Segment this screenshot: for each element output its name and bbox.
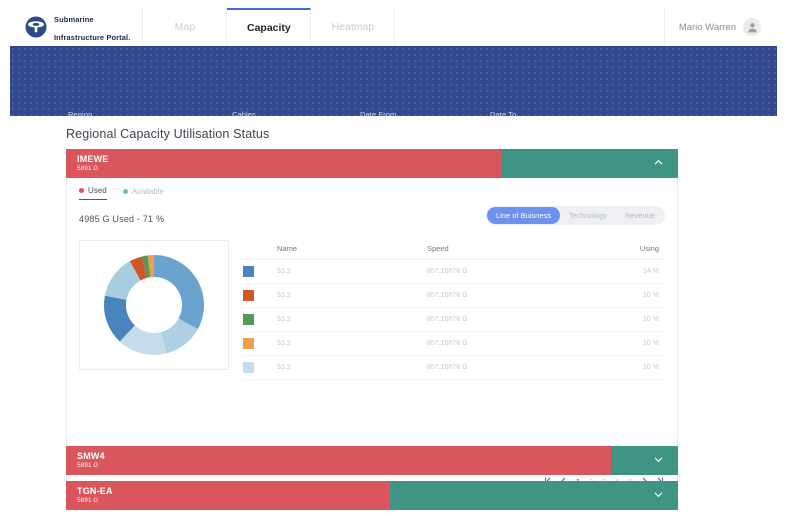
brand-logo-area[interactable]: Submarine Infrastructure Portal.	[10, 8, 144, 46]
segment-line-of-business[interactable]: Line of Buisness	[486, 207, 561, 224]
legend-tab-available[interactable]: Available	[122, 187, 165, 200]
table-row[interactable]: 53.2 857.15678 G 10 %	[241, 307, 665, 332]
row-using: 10 %	[575, 307, 665, 332]
row-color-swatch	[243, 314, 254, 325]
chevron-up-icon[interactable]	[653, 155, 664, 173]
row-name: 53.2	[275, 259, 425, 284]
used-capacity-bar	[66, 149, 501, 178]
capacity-panel-tgn-ea: TGN-EA 5891 G	[66, 481, 678, 510]
row-name: 53.2	[275, 307, 425, 332]
nav-tab-map[interactable]: Map	[143, 8, 228, 46]
row-speed: 857.15678 G	[425, 355, 575, 380]
segment-technology[interactable]: Technology	[560, 207, 616, 224]
used-capacity-bar	[66, 481, 391, 510]
row-color-swatch	[243, 362, 254, 373]
row-using: 10 %	[575, 331, 665, 356]
capacity-breakdown-table: Name Speed Using 53.2 857.15678 G 14 % 53.2…	[241, 240, 665, 380]
row-color-swatch-cell	[241, 307, 275, 332]
table-row[interactable]: 53.2 857.15678 G 10 %	[241, 283, 665, 308]
available-capacity-bar	[500, 149, 678, 178]
submarine-cable-logo-icon	[24, 15, 48, 39]
nav-tab-heatmap[interactable]: Heatmap	[311, 8, 396, 46]
row-color-swatch	[243, 290, 254, 301]
chevron-down-icon[interactable]	[653, 487, 664, 505]
row-color-swatch	[243, 338, 254, 349]
nav-tab-heatmap-label: Heatmap	[331, 21, 375, 33]
panel-title-group: IMEWE 5891 G	[66, 154, 109, 173]
row-using: 14 %	[575, 259, 665, 284]
panel-title-group: TGN-EA 5891 G	[66, 486, 113, 505]
table-body: 53.2 857.15678 G 14 % 53.2 857.15678 G 10 % 53…	[241, 259, 665, 380]
nav-tab-capacity[interactable]: Capacity	[227, 8, 312, 46]
available-capacity-bar	[610, 446, 678, 475]
page-content: Regional Capacity Utilisation Status IME…	[10, 116, 777, 517]
table-header-row: Name Speed Using	[241, 240, 665, 260]
nav-spacer	[395, 8, 665, 46]
panel-header-tgn-ea[interactable]: TGN-EA 5891 G	[66, 481, 678, 510]
row-color-swatch	[243, 266, 254, 277]
chevron-down-icon[interactable]	[653, 452, 664, 470]
panel-cable-capacity: 5891 G	[77, 165, 99, 172]
row-name: 53.2	[275, 283, 425, 308]
filter-bar: Region Cables Date From Date To	[10, 46, 777, 116]
device-frame: Submarine Infrastructure Portal. Map Cap…	[10, 8, 777, 517]
donut-chart-card	[79, 240, 229, 370]
row-using: 10 %	[575, 283, 665, 308]
panel-cable-name: IMEWE	[77, 154, 109, 164]
legend-tab-available-label: Available	[131, 187, 165, 196]
brand-name: Submarine Infrastructure Portal.	[54, 9, 130, 45]
table-row[interactable]: 53.2 857.15678 G 10 %	[241, 355, 665, 380]
nav-tab-map-label: Map	[174, 21, 196, 33]
row-color-swatch-cell	[241, 355, 275, 380]
panel-title-group: SMW4 5891 G	[66, 451, 105, 470]
row-speed: 857.15678 G	[425, 307, 575, 332]
panel-cable-capacity: 5891 G	[77, 497, 99, 504]
legend-tabs: Used Available	[79, 186, 164, 200]
legend-tab-used-label: Used	[88, 186, 107, 195]
row-speed: 857.15678 G	[425, 259, 575, 284]
user-name-label: Mario Warren	[678, 21, 736, 33]
top-navigation-bar: Submarine Infrastructure Portal. Map Cap…	[10, 8, 777, 46]
row-name: 53.2	[275, 355, 425, 380]
segment-technology-label: Technology	[569, 211, 607, 220]
user-avatar-icon[interactable]	[743, 18, 761, 36]
column-header-color	[241, 240, 275, 260]
capacity-panel-smw4: SMW4 5891 G	[66, 446, 678, 475]
panel-cable-name: TGN-EA	[77, 486, 113, 496]
row-speed: 857.15678 G	[425, 283, 575, 308]
donut-slice[interactable]	[154, 255, 204, 330]
column-header-using: Using	[575, 240, 665, 260]
panel-cable-capacity: 5891 G	[77, 462, 99, 469]
column-header-name: Name	[275, 240, 425, 260]
row-color-swatch-cell	[241, 259, 275, 284]
segment-revenue[interactable]: Revenue	[616, 207, 664, 224]
nav-tab-capacity-label: Capacity	[247, 22, 291, 34]
table-row[interactable]: 53.2 857.15678 G 10 %	[241, 331, 665, 356]
legend-tab-used[interactable]: Used	[79, 186, 107, 200]
row-speed: 857.15678 G	[425, 331, 575, 356]
view-mode-segmented-control: Line of Buisness Technology Revenue	[485, 206, 665, 225]
row-color-swatch-cell	[241, 283, 275, 308]
panel-header-imewe[interactable]: IMEWE 5891 G	[66, 149, 678, 178]
user-menu[interactable]: Mario Warren	[665, 8, 777, 46]
row-name: 53.2	[275, 331, 425, 356]
available-capacity-bar	[390, 481, 678, 510]
panel-cable-name: SMW4	[77, 451, 105, 461]
panel-header-smw4[interactable]: SMW4 5891 G	[66, 446, 678, 475]
brand-line-1: Submarine	[54, 15, 94, 24]
capacity-donut-chart	[104, 255, 204, 355]
page-title: Regional Capacity Utilisation Status	[66, 127, 270, 141]
table-row[interactable]: 53.2 857.15678 G 14 %	[241, 259, 665, 284]
legend-dot-used	[79, 188, 84, 193]
legend-dot-available	[122, 189, 128, 194]
used-summary-text: 4985 G Used - 71 %	[79, 214, 165, 224]
row-color-swatch-cell	[241, 331, 275, 356]
brand-line-2: Infrastructure Portal.	[54, 33, 131, 42]
column-header-speed: Speed	[425, 240, 575, 260]
segment-revenue-label: Revenue	[624, 211, 655, 220]
row-using: 10 %	[575, 355, 665, 380]
segment-line-of-business-label: Line of Buisness	[495, 211, 552, 220]
used-capacity-bar	[66, 446, 611, 475]
